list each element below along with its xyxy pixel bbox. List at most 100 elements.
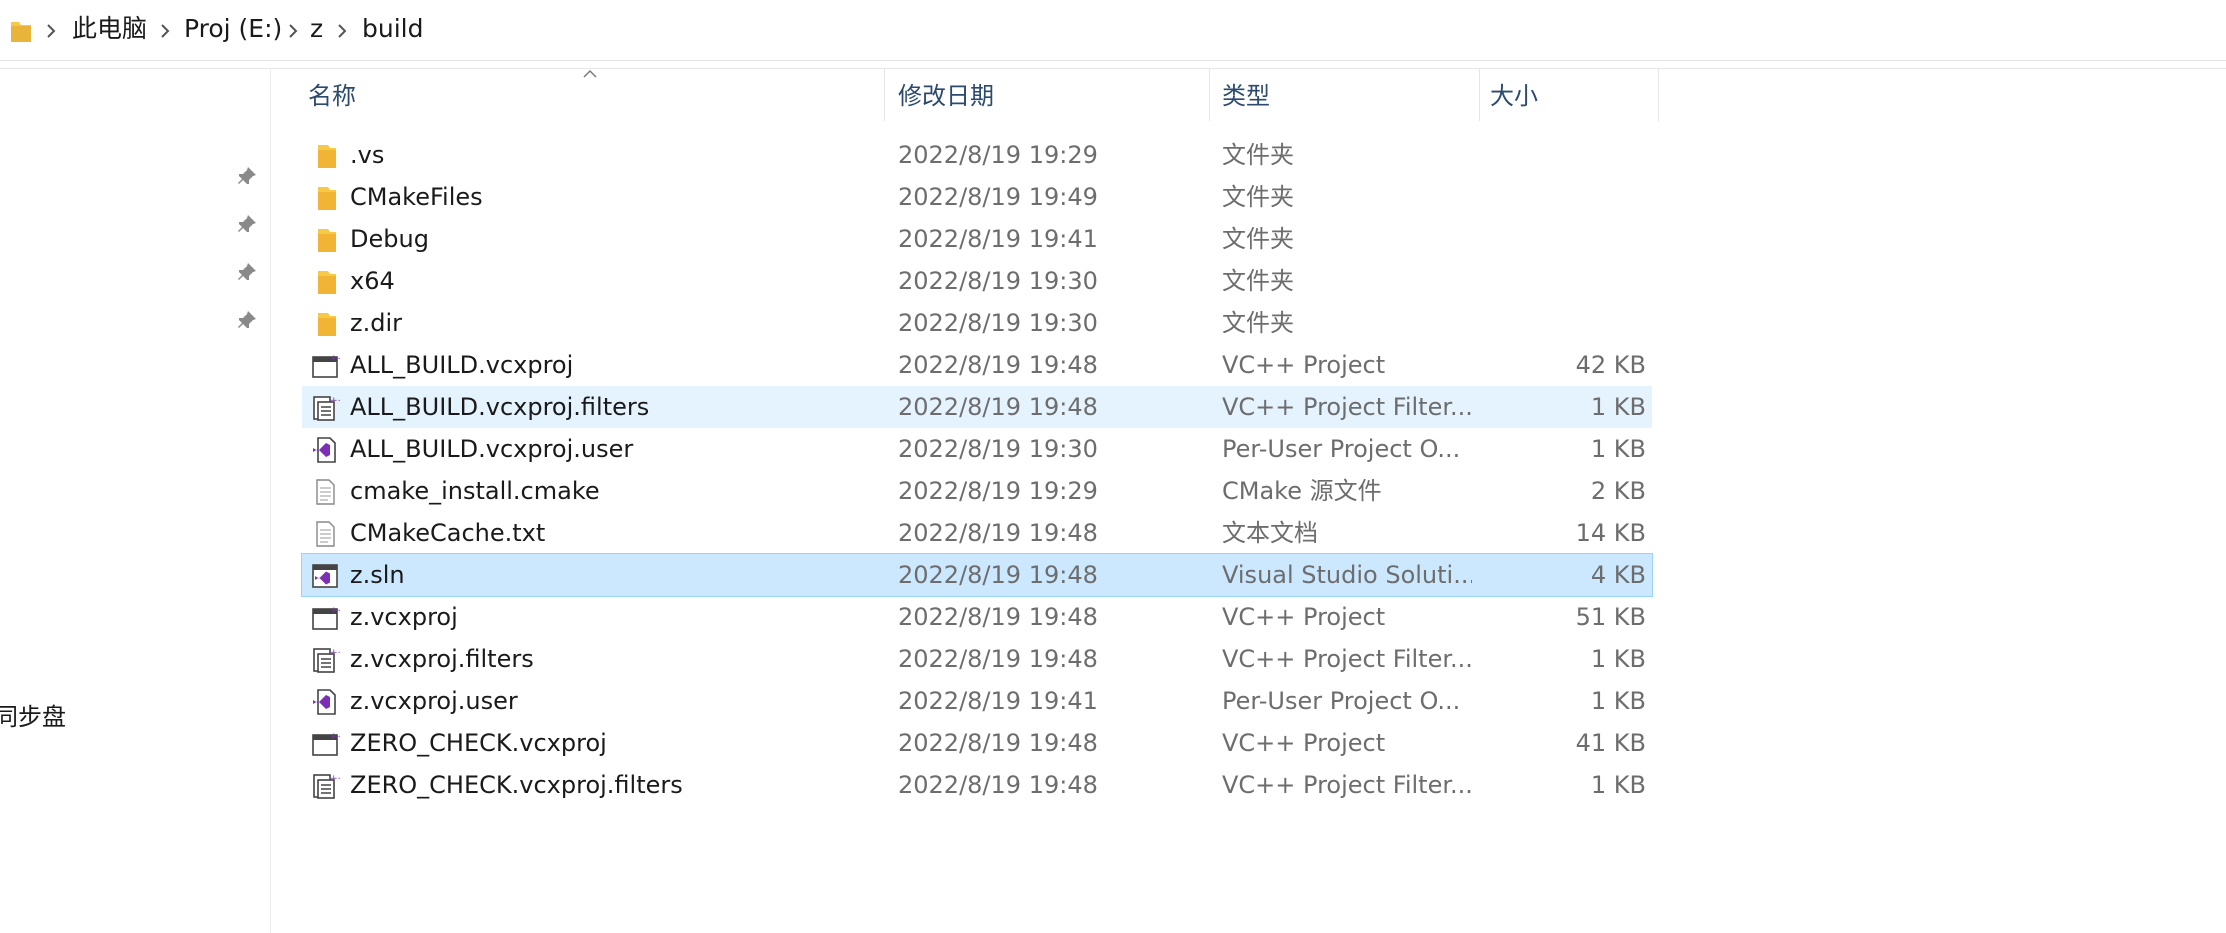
file-date-modified: 2022/8/19 19:30 [898, 435, 1098, 463]
vcxproj-icon: ++ [310, 351, 345, 379]
file-size: 42 KB [1575, 351, 1646, 379]
file-name: z.vcxproj [350, 603, 458, 631]
file-row[interactable]: ++ ALL_BUILD.vcxproj 2022/8/19 19:48 VC++ P… [302, 344, 1652, 386]
nav-item-sync-drive[interactable]: 同步盘 [0, 697, 66, 732]
file-type: 文本文档 [1222, 519, 1318, 547]
filters-icon: ++ [310, 771, 345, 799]
file-row[interactable]: z.sln 2022/8/19 19:48 Visual Studio Soluti… [301, 553, 1653, 597]
file-name: ZERO_CHECK.vcxproj [350, 729, 607, 757]
svg-text:++: ++ [330, 732, 340, 742]
file-date-modified: 2022/8/19 19:41 [898, 687, 1098, 715]
breadcrumb-drive[interactable]: Proj (E:) [184, 0, 282, 60]
file-row[interactable]: z.vcxproj.user 2022/8/19 19:41 Per-User Pr… [302, 680, 1652, 722]
file-type: 文件夹 [1222, 183, 1294, 211]
file-date-modified: 2022/8/19 19:48 [898, 645, 1098, 673]
sln-icon [310, 561, 340, 589]
column-header-name[interactable]: 名称 [308, 69, 356, 125]
file-row[interactable]: ++ ZERO_CHECK.vcxproj.filters 2022/8/19 19… [302, 764, 1652, 806]
breadcrumb-build[interactable]: build [362, 0, 423, 60]
file-name: z.vcxproj.filters [350, 645, 534, 673]
filters-icon: ++ [310, 393, 345, 421]
file-type: 文件夹 [1222, 267, 1294, 295]
file-size: 2 KB [1590, 477, 1646, 505]
file-size: 1 KB [1590, 687, 1646, 715]
breadcrumb-this-pc[interactable]: 此电脑 [72, 0, 147, 60]
sort-up-icon [583, 64, 597, 78]
file-date-modified: 2022/8/19 19:48 [898, 771, 1098, 799]
file-name: z.dir [350, 309, 402, 337]
column-divider[interactable] [1209, 69, 1210, 121]
file-row[interactable]: z.dir 2022/8/19 19:30 文件夹 [302, 302, 1652, 344]
file-row[interactable]: x64 2022/8/19 19:30 文件夹 [302, 260, 1652, 302]
file-name: CMakeFiles [350, 183, 483, 211]
file-size: 41 KB [1575, 729, 1646, 757]
file-name: z.sln [350, 561, 405, 589]
file-size: 1 KB [1590, 393, 1646, 421]
vs-user-icon [310, 435, 340, 463]
file-name: x64 [350, 267, 395, 295]
chevron-right-icon[interactable] [46, 0, 56, 60]
column-divider[interactable] [1479, 69, 1480, 121]
column-header-type[interactable]: 类型 [1222, 69, 1270, 125]
svg-text:++: ++ [330, 774, 340, 784]
column-header-size[interactable]: 大小 [1490, 69, 1538, 125]
file-size: 1 KB [1590, 771, 1646, 799]
file-row[interactable]: cmake_install.cmake 2022/8/19 19:29 CMake … [302, 470, 1652, 512]
pin-icon[interactable] [236, 165, 258, 187]
text-file-icon [310, 519, 340, 547]
folder-icon [310, 141, 340, 169]
file-row[interactable]: CMakeCache.txt 2022/8/19 19:48 文本文档 14 KB [302, 512, 1652, 554]
file-row[interactable]: ++ ALL_BUILD.vcxproj.filters 2022/8/19 19:… [302, 386, 1652, 428]
folder-icon [310, 225, 340, 253]
pin-icon[interactable] [236, 309, 258, 331]
chevron-right-icon[interactable] [288, 0, 298, 60]
address-bar[interactable]: 此电脑 Proj (E:) z build [0, 0, 2226, 61]
file-date-modified: 2022/8/19 19:49 [898, 183, 1098, 211]
chevron-right-icon[interactable] [337, 0, 347, 60]
file-type: Visual Studio Soluti... [1222, 561, 1472, 589]
file-date-modified: 2022/8/19 19:48 [898, 351, 1098, 379]
file-date-modified: 2022/8/19 19:48 [898, 393, 1098, 421]
file-date-modified: 2022/8/19 19:48 [898, 519, 1098, 547]
chevron-right-icon[interactable] [160, 0, 170, 60]
file-row[interactable]: ++ z.vcxproj 2022/8/19 19:48 VC++ Project 51… [302, 596, 1652, 638]
navigation-pane[interactable]: 同步盘 [0, 69, 271, 933]
column-header-date[interactable]: 修改日期 [898, 69, 994, 125]
file-name: .vs [350, 141, 385, 169]
file-size: 1 KB [1590, 435, 1646, 463]
file-row[interactable]: ALL_BUILD.vcxproj.user 2022/8/19 19:30 Per… [302, 428, 1652, 470]
filters-icon: ++ [310, 645, 345, 673]
file-size: 1 KB [1590, 645, 1646, 673]
file-type: VC++ Project [1222, 729, 1386, 757]
file-type: 文件夹 [1222, 225, 1294, 253]
column-divider[interactable] [884, 69, 885, 121]
file-date-modified: 2022/8/19 19:30 [898, 309, 1098, 337]
file-type: VC++ Project [1222, 351, 1386, 379]
file-type: VC++ Project Filter... [1222, 645, 1472, 673]
file-type: 文件夹 [1222, 141, 1294, 169]
column-divider[interactable] [1658, 69, 1659, 121]
breadcrumb-z[interactable]: z [310, 0, 323, 60]
vcxproj-icon: ++ [310, 603, 345, 631]
text-file-icon [310, 477, 340, 505]
file-date-modified: 2022/8/19 19:48 [898, 603, 1098, 631]
svg-text:++: ++ [330, 396, 340, 406]
file-row[interactable]: .vs 2022/8/19 19:29 文件夹 [302, 134, 1652, 176]
file-row[interactable]: CMakeFiles 2022/8/19 19:49 文件夹 [302, 176, 1652, 218]
svg-text:++: ++ [330, 354, 340, 364]
file-type: CMake 源文件 [1222, 477, 1382, 505]
file-date-modified: 2022/8/19 19:48 [898, 729, 1098, 757]
file-date-modified: 2022/8/19 19:30 [898, 267, 1098, 295]
folder-icon [310, 309, 340, 337]
file-row[interactable]: Debug 2022/8/19 19:41 文件夹 [302, 218, 1652, 260]
file-type: VC++ Project Filter... [1222, 771, 1472, 799]
file-name: ZERO_CHECK.vcxproj.filters [350, 771, 683, 799]
file-row[interactable]: ++ ZERO_CHECK.vcxproj 2022/8/19 19:48 VC++ … [302, 722, 1652, 764]
pin-icon[interactable] [236, 213, 258, 235]
file-size: 51 KB [1575, 603, 1646, 631]
pin-icon[interactable] [236, 261, 258, 283]
file-type: Per-User Project O... [1222, 687, 1461, 715]
file-row[interactable]: ++ z.vcxproj.filters 2022/8/19 19:48 VC++ P… [302, 638, 1652, 680]
file-date-modified: 2022/8/19 19:29 [898, 477, 1098, 505]
file-type: VC++ Project [1222, 603, 1386, 631]
